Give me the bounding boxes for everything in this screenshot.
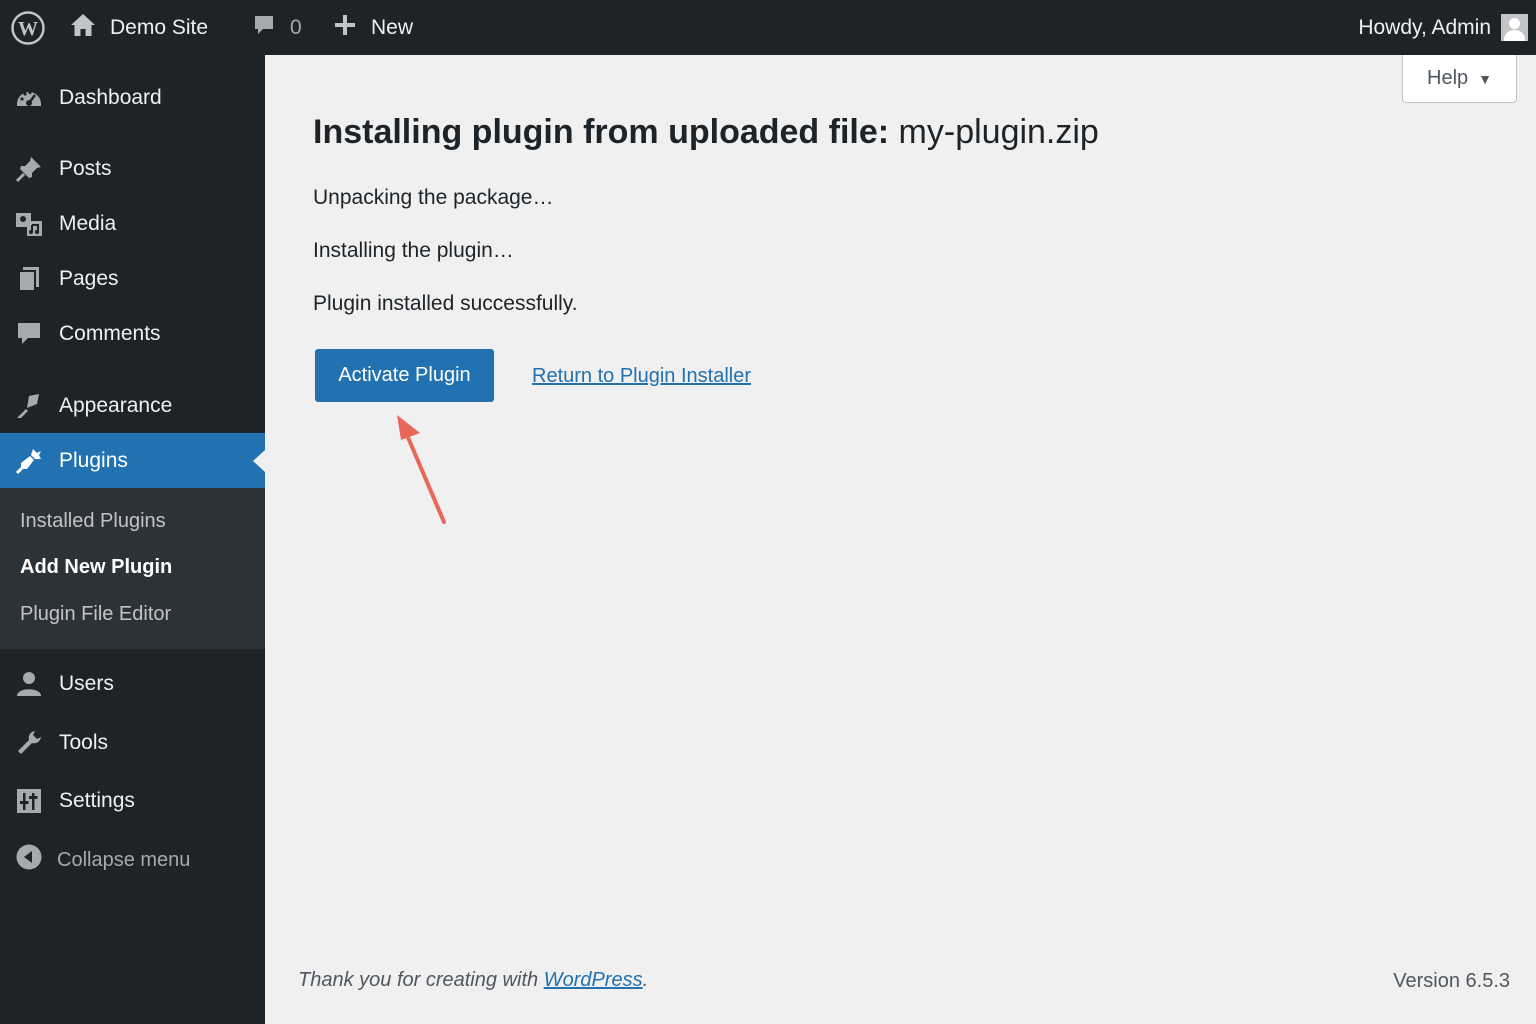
menu-appearance[interactable]: Appearance [0, 381, 265, 431]
comments-count: 0 [290, 15, 302, 39]
footer-thanks-text: Thank you for creating with [298, 969, 539, 991]
home-icon [70, 12, 96, 44]
admin-bar-comments[interactable]: 0 [252, 0, 302, 55]
site-name: Demo Site [110, 15, 209, 39]
collapse-menu-button[interactable]: Collapse menu [0, 837, 265, 883]
menu-label: Appearance [59, 394, 173, 417]
new-label: New [371, 15, 414, 39]
menu-label: Users [59, 672, 114, 695]
menu-label: Plugins [59, 449, 128, 472]
plugins-submenu: Installed Plugins Add New Plugin Plugin … [0, 488, 265, 649]
menu-label: Comments [59, 322, 161, 345]
pin-icon [15, 155, 43, 183]
footer-version: Version 6.5.3 [1393, 970, 1510, 992]
greeting: Howdy, Admin [1358, 15, 1491, 39]
return-to-plugin-installer-link[interactable]: Return to Plugin Installer [532, 365, 751, 388]
menu-pages[interactable]: Pages [0, 254, 265, 304]
menu-label: Settings [59, 789, 135, 812]
comment-icon [15, 320, 43, 348]
footer-thanks: Thank you for creating with WordPress. [298, 969, 648, 992]
annotation-arrow-icon [397, 415, 446, 524]
menu-media[interactable]: Media [0, 199, 265, 249]
menu-label: Pages [59, 267, 119, 290]
comment-bubble-icon [252, 13, 276, 43]
menu-comments[interactable]: Comments [0, 309, 265, 359]
title-prefix: Installing plugin from uploaded file: [313, 113, 890, 151]
status-message: Unpacking the package… [313, 186, 554, 209]
menu-dashboard[interactable]: Dashboard [0, 73, 265, 123]
submenu-plugin-file-editor[interactable]: Plugin File Editor [20, 603, 171, 626]
svg-text:W: W [18, 18, 38, 40]
submenu-installed-plugins[interactable]: Installed Plugins [20, 510, 166, 533]
main-content: Installing plugin from uploaded file: my… [265, 55, 1536, 1024]
menu-users[interactable]: Users [0, 659, 265, 709]
admin-bar: W Demo Site 0 New Howdy, Admin [0, 0, 1536, 55]
settings-icon [15, 787, 43, 815]
menu-settings[interactable]: Settings [0, 776, 265, 826]
media-icon [15, 210, 43, 238]
wordpress-logo-icon[interactable]: W [10, 0, 46, 55]
menu-label: Media [59, 212, 117, 235]
wrench-icon [15, 729, 43, 757]
status-message: Plugin installed successfully. [313, 292, 578, 315]
user-icon [15, 670, 43, 698]
admin-bar-site-link[interactable]: Demo Site [70, 0, 208, 55]
menu-label: Tools [59, 731, 109, 754]
dashboard-icon [15, 84, 43, 112]
activate-plugin-button[interactable]: Activate Plugin [315, 349, 494, 402]
menu-label: Posts [59, 157, 112, 180]
footer-period: . [642, 969, 649, 991]
plugin-icon [15, 447, 43, 475]
collapse-arrow-icon [15, 843, 43, 877]
admin-sidebar: Dashboard Posts Media Pages Comments App… [0, 55, 265, 1024]
title-filename: my-plugin.zip [898, 113, 1099, 151]
avatar [1501, 14, 1528, 41]
admin-bar-new[interactable]: New [333, 0, 413, 55]
menu-posts[interactable]: Posts [0, 144, 265, 194]
page-title: Installing plugin from uploaded file: my… [313, 113, 1099, 152]
admin-bar-account[interactable]: Howdy, Admin [1358, 0, 1528, 55]
menu-label: Dashboard [59, 86, 162, 109]
collapse-label: Collapse menu [57, 848, 191, 871]
brush-icon [15, 392, 43, 420]
status-message: Installing the plugin… [313, 239, 514, 262]
wordpress-link[interactable]: WordPress [544, 969, 643, 991]
menu-tools[interactable]: Tools [0, 718, 265, 768]
plus-icon [333, 13, 357, 43]
menu-plugins[interactable]: Plugins [0, 433, 265, 489]
submenu-add-new-plugin[interactable]: Add New Plugin [20, 556, 172, 579]
pages-icon [15, 265, 43, 293]
